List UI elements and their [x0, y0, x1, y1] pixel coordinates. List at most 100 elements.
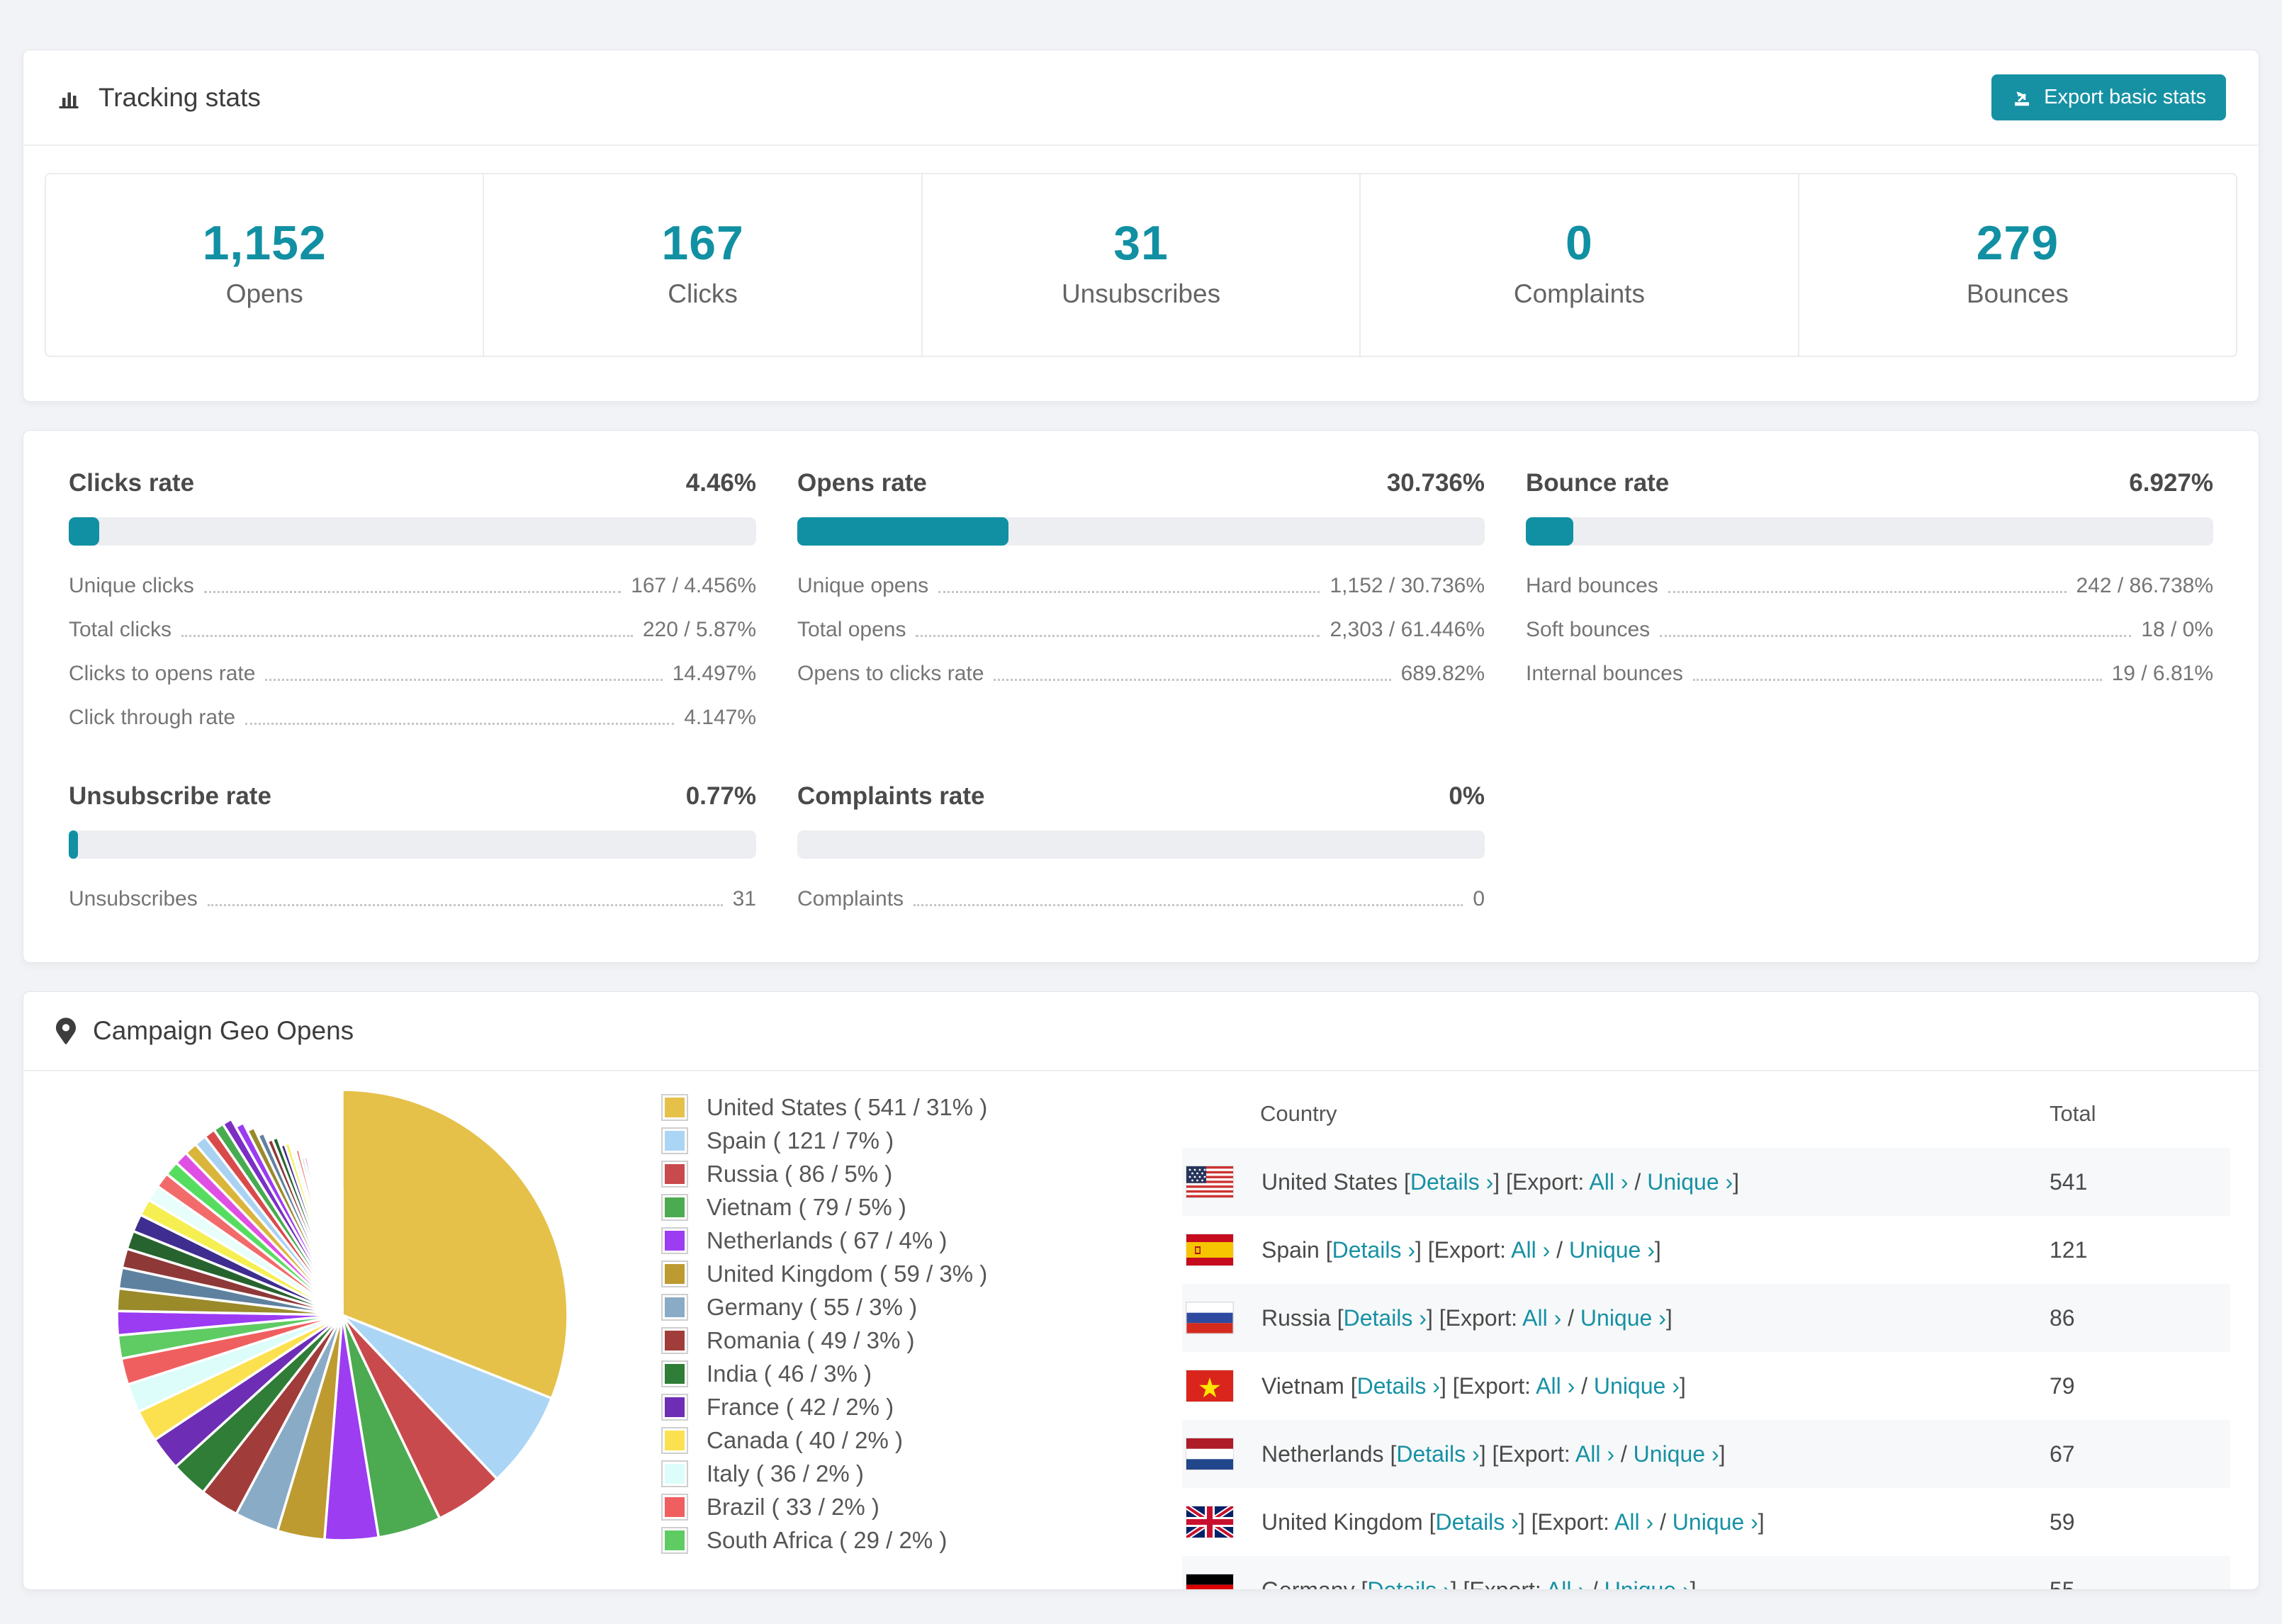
rate-detail-value: 1,152 / 30.736% — [1330, 574, 1485, 597]
stat-cell: 0 Complaints — [1359, 174, 1797, 356]
legend-item[interactable]: Vietnam ( 79 / 5% ) — [661, 1194, 1143, 1221]
legend-swatch — [661, 1327, 688, 1354]
bracket: ] — [1450, 1577, 1463, 1590]
country-total: 55 — [2050, 1577, 2075, 1590]
details-link[interactable]: Details › — [1332, 1237, 1415, 1263]
rate-progress-fill — [797, 517, 1009, 546]
rate-title: Complaints rate — [797, 782, 985, 810]
export-prefix: [Export: — [1506, 1168, 1590, 1195]
export-unique-link[interactable]: Unique › — [1580, 1305, 1666, 1331]
export-all-link[interactable]: All › — [1522, 1305, 1561, 1331]
column-header-country: Country — [1260, 1101, 1337, 1126]
geo-table-header: Country Total — [1182, 1071, 2230, 1148]
legend-item[interactable]: Spain ( 121 / 7% ) — [661, 1127, 1143, 1154]
rate-progress-fill — [1526, 517, 1574, 546]
slash-separator: / — [1575, 1372, 1594, 1399]
details-link[interactable]: Details › — [1410, 1169, 1493, 1195]
geo-table-rows: United States [Details ›] [Export: All ›… — [1182, 1148, 2230, 1590]
country-cell: Spain [Details ›] [Export: All › / Uniqu… — [1261, 1237, 1661, 1263]
export-unique-link[interactable]: Unique › — [1604, 1577, 1690, 1590]
rate-value: 6.927% — [2129, 469, 2213, 497]
export-unique-link[interactable]: Unique › — [1594, 1373, 1680, 1399]
export-all-link[interactable]: All › — [1546, 1577, 1585, 1590]
stat-cell: 1,152 Opens — [46, 174, 483, 356]
stats-row: 1,152 Opens 167 Clicks 31 Unsubscribes 0 Compla… — [45, 173, 2237, 357]
legend-item[interactable]: Romania ( 49 / 3% ) — [661, 1327, 1143, 1354]
slash-separator: / — [1614, 1440, 1634, 1467]
rate-detail-value: 689.82% — [1400, 662, 1485, 685]
country-name: United States — [1261, 1168, 1404, 1195]
stat-cell: 279 Bounces — [1797, 174, 2236, 356]
export-all-link[interactable]: All › — [1589, 1169, 1628, 1195]
export-unique-link[interactable]: Unique › — [1569, 1237, 1655, 1263]
details-link[interactable]: Details › — [1367, 1577, 1450, 1590]
legend-swatch — [661, 1127, 688, 1154]
map-pin-icon — [56, 1017, 76, 1044]
export-prefix: [Export: — [1427, 1236, 1512, 1263]
bracket: ] — [1690, 1577, 1697, 1590]
country-flag-icon — [1186, 1370, 1233, 1402]
column-header-total: Total — [2050, 1101, 2096, 1126]
export-all-link[interactable]: All › — [1575, 1441, 1614, 1467]
dotted-leader — [1668, 591, 2067, 593]
legend-item[interactable]: United Kingdom ( 59 / 3% ) — [661, 1261, 1143, 1287]
legend-item[interactable]: Brazil ( 33 / 2% ) — [661, 1494, 1143, 1521]
legend-item[interactable]: France ( 42 / 2% ) — [661, 1394, 1143, 1421]
country-total: 67 — [2050, 1440, 2075, 1467]
rate-detail-row: Soft bounces 18 / 0% — [1526, 618, 2213, 642]
legend-item[interactable]: Canada ( 40 / 2% ) — [661, 1427, 1143, 1454]
legend-item[interactable]: Netherlands ( 67 / 4% ) — [661, 1227, 1143, 1254]
details-link[interactable]: Details › — [1344, 1305, 1427, 1331]
country-total: 79 — [2050, 1372, 2075, 1399]
legend-item[interactable]: India ( 46 / 3% ) — [661, 1360, 1143, 1387]
export-unique-link[interactable]: Unique › — [1634, 1441, 1719, 1467]
bracket: ] — [1679, 1372, 1686, 1399]
slash-separator: / — [1561, 1304, 1580, 1331]
rate-detail-value: 19 / 6.81% — [2111, 662, 2213, 685]
stat-label: Clicks — [668, 279, 738, 308]
rate-detail-label: Click through rate — [69, 706, 236, 729]
bracket: ] — [1654, 1236, 1661, 1263]
table-row: Russia [Details ›] [Export: All › / Uniq… — [1182, 1284, 2230, 1352]
geo-section-title: Campaign Geo Opens — [93, 1016, 354, 1045]
stat-value: 1,152 — [202, 216, 327, 270]
legend-label: Russia ( 86 / 5% ) — [707, 1161, 893, 1187]
legend-item[interactable]: Germany ( 55 / 3% ) — [661, 1294, 1143, 1321]
geo-opens-card: Campaign Geo Opens United States ( 541 /… — [23, 991, 2259, 1590]
dotted-leader — [994, 679, 1391, 681]
legend-label: Romania ( 49 / 3% ) — [707, 1327, 915, 1353]
bracket: ] — [1758, 1509, 1765, 1535]
details-link[interactable]: Details › — [1435, 1509, 1518, 1535]
bracket: ] — [1733, 1168, 1740, 1195]
rate-title: Unsubscribe rate — [69, 782, 271, 810]
rate-block: Opens rate 30.736% Unique opens 1,152 / 30.… — [797, 469, 1485, 730]
export-all-link[interactable]: All › — [1614, 1509, 1653, 1535]
rate-detail-label: Opens to clicks rate — [797, 662, 984, 685]
rate-detail-value: 2,303 / 61.446% — [1330, 618, 1485, 641]
dotted-leader — [207, 904, 723, 906]
legend-item[interactable]: United States ( 541 / 31% ) — [661, 1094, 1143, 1121]
export-basic-stats-button[interactable]: Export basic stats — [1991, 74, 2226, 120]
legend-item[interactable]: South Africa ( 29 / 2% ) — [661, 1527, 1143, 1554]
geo-table: Country Total United States [Details ›] … — [1182, 1071, 2230, 1590]
export-unique-link[interactable]: Unique › — [1647, 1169, 1733, 1195]
export-unique-link[interactable]: Unique › — [1673, 1509, 1758, 1535]
rate-progress-bar — [69, 517, 756, 546]
rate-detail-row: Total clicks 220 / 5.87% — [69, 618, 756, 642]
legend-swatch — [661, 1261, 688, 1287]
rate-block: Bounce rate 6.927% Hard bounces 242 / 86.73… — [1526, 469, 2213, 730]
rate-header: Complaints rate 0% — [797, 782, 1485, 811]
table-row: United Kingdom [Details ›] [Export: All … — [1182, 1488, 2230, 1556]
details-link[interactable]: Details › — [1357, 1373, 1440, 1399]
slash-separator: / — [1550, 1236, 1569, 1263]
geo-pie-chart — [23, 1071, 661, 1549]
legend-item[interactable]: Italy ( 36 / 2% ) — [661, 1460, 1143, 1487]
rate-detail-label: Total clicks — [69, 618, 172, 641]
legend-item[interactable]: Russia ( 86 / 5% ) — [661, 1161, 1143, 1188]
rate-detail-label: Unique opens — [797, 574, 929, 597]
dotted-leader — [1660, 635, 2132, 637]
country-flag-icon — [1186, 1166, 1233, 1197]
export-all-link[interactable]: All › — [1536, 1373, 1575, 1399]
details-link[interactable]: Details › — [1396, 1441, 1479, 1467]
export-all-link[interactable]: All › — [1511, 1237, 1550, 1263]
